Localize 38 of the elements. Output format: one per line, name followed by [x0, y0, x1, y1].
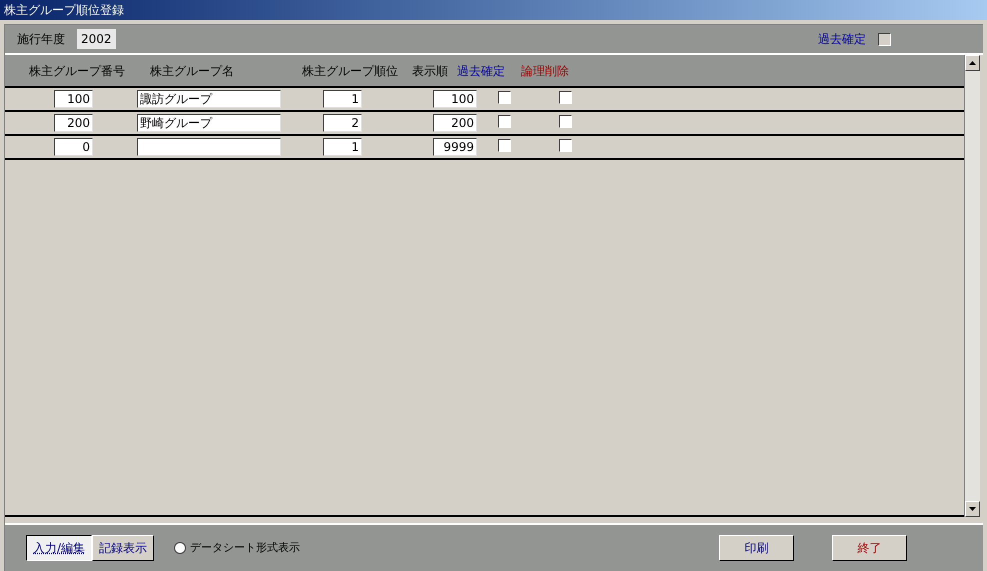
name-field[interactable]: 諏訪グループ: [137, 90, 281, 108]
scrollbar[interactable]: [964, 55, 980, 517]
order-field[interactable]: 200: [433, 114, 477, 132]
view-toggle-button[interactable]: 記録表示: [92, 535, 154, 561]
past-confirmed-label: 過去確定: [818, 31, 866, 48]
delete-checkbox[interactable]: [559, 91, 572, 104]
delete-checkbox[interactable]: [559, 139, 572, 152]
number-field[interactable]: 100: [54, 90, 93, 108]
year-label: 施行年度: [17, 31, 65, 48]
scroll-down-icon[interactable]: [965, 501, 980, 517]
exit-button[interactable]: 終了: [832, 535, 907, 561]
rank-field[interactable]: 1: [323, 90, 362, 108]
year-field[interactable]: 2002: [77, 29, 116, 49]
column-header: 株主グループ番号: [28, 62, 126, 80]
past-confirmed-checkbox[interactable]: [498, 115, 511, 128]
print-button[interactable]: 印刷: [719, 535, 794, 561]
past-confirmed-checkbox[interactable]: [878, 32, 891, 46]
name-field[interactable]: 野崎グループ: [137, 114, 281, 132]
scroll-up-icon[interactable]: [965, 55, 980, 71]
number-field[interactable]: 0: [54, 138, 93, 156]
order-field[interactable]: 100: [433, 90, 477, 108]
rank-field[interactable]: 1: [323, 138, 362, 156]
past-confirmed-checkbox[interactable]: [498, 139, 511, 152]
rank-field[interactable]: 2: [323, 114, 362, 132]
past-confirmed-checkbox[interactable]: [498, 91, 511, 104]
delete-checkbox[interactable]: [559, 115, 572, 128]
column-header: 株主グループ名: [149, 62, 235, 80]
view-toggle-button[interactable]: 入力/編集: [26, 535, 92, 561]
column-header: 株主グループ順位: [301, 62, 399, 80]
column-header: 過去確定: [456, 62, 506, 80]
column-header: 表示順: [411, 62, 449, 80]
window-title: 株主グループ順位登録: [0, 0, 987, 20]
number-field[interactable]: 200: [54, 114, 93, 132]
datasheet-radio[interactable]: [174, 542, 186, 554]
datasheet-label: データシート形式表示: [190, 540, 300, 556]
order-field[interactable]: 9999: [433, 138, 477, 156]
name-field[interactable]: [137, 138, 281, 156]
column-header: 論理削除: [520, 62, 570, 80]
